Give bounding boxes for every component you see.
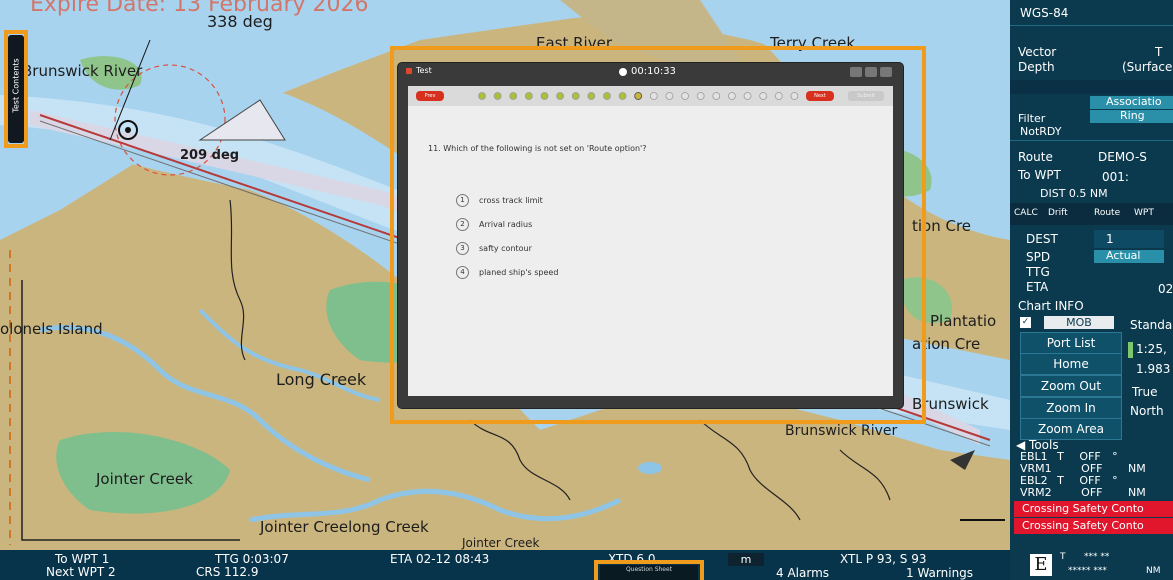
bottom-stars-1: *** ** [1084, 552, 1110, 562]
license-watermark: Expire Date: 13 February 2026 [30, 0, 369, 17]
highlight-question-sheet-frame [594, 560, 704, 580]
filter-label: Filter [1018, 112, 1046, 125]
bottom-t: T [1060, 552, 1066, 562]
tab-drift[interactable]: Drift [1048, 208, 1068, 218]
tool-name: VRM2 [1020, 486, 1052, 499]
vector-label: Vector [1018, 45, 1057, 59]
route-value[interactable]: DEMO-S [1098, 150, 1147, 164]
highlight-dialog-frame [390, 46, 926, 424]
alert-crossing-safety-1[interactable]: Crossing Safety Conto [1014, 501, 1173, 517]
notrdy-status: NotRDY [1020, 125, 1062, 138]
mob-button[interactable]: MOB [1044, 316, 1114, 329]
ttg-label: TTG [1026, 265, 1050, 279]
tool-mode: T [1057, 450, 1064, 463]
scale-value-2: 1.983 [1136, 362, 1171, 376]
highlight-side-tab-frame [4, 30, 28, 148]
xtl-status: XTL P 93, S 93 [840, 552, 927, 566]
label-long-creek: Long Creek [276, 370, 367, 389]
bottom-nm: NM [1146, 566, 1161, 576]
tool-row[interactable]: VRM2 OFF NM [1020, 487, 1146, 499]
tool-unit: ° [1112, 450, 1118, 463]
to-wpt-label: To WPT [1018, 168, 1061, 182]
alarms-status[interactable]: 4 Alarms [776, 567, 829, 580]
eta-value: 02 [1158, 282, 1173, 296]
association-button[interactable]: Associatio [1106, 95, 1162, 108]
tab-calc[interactable]: CALC [1014, 208, 1038, 218]
eta-label: ETA [1026, 280, 1049, 294]
heading-readout: 338 deg [207, 12, 273, 31]
tool-mode: T [1057, 474, 1064, 487]
warnings-status[interactable]: 1 Warnings [906, 567, 973, 580]
tab-wpt[interactable]: WPT [1134, 208, 1154, 218]
tab-route[interactable]: Route [1094, 208, 1120, 218]
depth-value[interactable]: (Surface [1122, 60, 1172, 74]
standard-label: Standa [1130, 318, 1173, 332]
next-wpt-status: Next WPT 2 [46, 565, 116, 579]
chart-info-checkbox[interactable]: ✓ [1020, 317, 1031, 328]
to-wpt-value[interactable]: 001: [1102, 170, 1129, 184]
ring-button[interactable]: Ring [1120, 109, 1145, 122]
scale-value-1: 1:25, [1136, 342, 1167, 356]
label-brunswick-river-lower: Brunswick River [785, 423, 898, 439]
label-plantation-2: Plantatio [930, 312, 997, 330]
label-brunswick-river: Brunswick River [22, 62, 143, 80]
label-jointer-creek-bottom: Jointer Creek [462, 536, 540, 550]
spd-label: SPD [1026, 250, 1051, 264]
alert-crossing-safety-2[interactable]: Crossing Safety Conto [1014, 518, 1173, 534]
e-indicator: E [1030, 554, 1052, 576]
chart-info-label: Chart INFO [1018, 299, 1084, 313]
zoom-out-button[interactable]: Zoom Out [1020, 375, 1122, 397]
spd-value[interactable]: Actual [1106, 249, 1140, 262]
crs-status: CRS 112.9 [196, 565, 259, 579]
dest-label: DEST [1026, 232, 1058, 246]
true-label: True [1132, 385, 1158, 399]
north-label: North [1130, 404, 1164, 418]
label-range: 209 deg [180, 148, 240, 163]
vector-value[interactable]: T [1155, 45, 1162, 59]
depth-label: Depth [1018, 60, 1055, 74]
dist-value: DIST 0.5 NM [1040, 187, 1108, 200]
bottom-stars-2: ***** *** [1068, 566, 1107, 576]
label-colonels-island: olonels Island [0, 320, 103, 338]
dest-value[interactable]: 1 [1106, 232, 1114, 246]
calc-tabs: CALC Drift Route WPT [1010, 203, 1173, 225]
tool-unit: ° [1112, 474, 1118, 487]
eta-status: ETA 02-12 08:43 [390, 552, 490, 566]
label-jointer-creek: Jointer Creek [96, 470, 193, 488]
status-bar: To WPT 1 Next WPT 2 TTG 0:03:07 CRS 112.… [0, 550, 1010, 580]
tool-unit: NM [1127, 486, 1146, 499]
tool-state: OFF [1081, 486, 1103, 499]
datum-value: WGS-84 [1020, 6, 1069, 20]
zoom-in-button[interactable]: Zoom In [1020, 397, 1122, 419]
port-list-button[interactable]: Port List [1020, 332, 1122, 354]
unit-button[interactable]: m [728, 553, 764, 566]
home-button[interactable]: Home [1020, 353, 1122, 375]
zoom-area-button[interactable]: Zoom Area [1020, 418, 1122, 440]
tool-unit: NM [1127, 462, 1146, 475]
right-control-panel: WGS-84 Vector T Depth (Surface Associati… [1010, 0, 1173, 580]
label-jointer-creek-long: Jointer Creelong Creek [260, 518, 429, 536]
route-label: Route [1018, 150, 1053, 164]
